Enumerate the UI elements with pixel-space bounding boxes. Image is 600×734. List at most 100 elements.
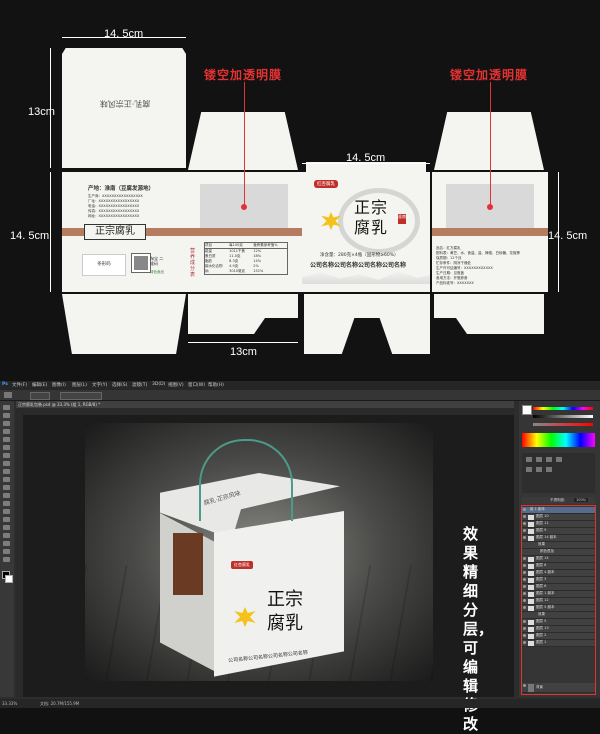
levels-adjust-icon[interactable] (536, 457, 542, 462)
visibility-eye-icon[interactable] (523, 592, 526, 595)
layer-row[interactable]: 图层 9 (522, 528, 595, 535)
layer-row[interactable]: 图层 5 副本 (522, 605, 595, 612)
balance-adjust-icon[interactable] (536, 467, 542, 472)
layer-row[interactable]: 图层 14 副本 (522, 535, 595, 542)
transform-controls-checkbox[interactable] (60, 392, 102, 400)
product-title-2: 腐乳 (354, 218, 389, 237)
qr-code (131, 253, 151, 273)
menu-edit[interactable]: 编辑(E) (32, 382, 47, 388)
layer-row[interactable]: 图层 1 副本 (522, 591, 595, 598)
move-tool-icon[interactable] (4, 392, 12, 398)
layer-row[interactable]: 图层 5 (522, 619, 595, 626)
menu-type[interactable]: 文字(Y) (92, 382, 107, 388)
layer-row[interactable]: 图层 2 (522, 633, 595, 640)
layer-row[interactable]: 图层 10 (522, 514, 595, 521)
layer-effect-row[interactable]: 效果 (522, 542, 595, 549)
gradient-tool-icon[interactable] (3, 493, 10, 498)
brightness-slider[interactable] (533, 415, 593, 418)
upper-flap-2 (188, 112, 298, 170)
menu-view[interactable]: 视图(V) (168, 382, 184, 388)
visibility-eye-icon[interactable] (523, 585, 526, 588)
layer-row[interactable]: 图层 13 (522, 626, 595, 633)
menu-filter[interactable]: 滤镜(T) (132, 382, 147, 388)
hue-slider[interactable] (533, 407, 593, 410)
document-tab[interactable]: 正宗腐乳包装.psd @ 33.3% (组 1, RGB/8) * (18, 401, 100, 408)
layer-group[interactable]: 组 1 副本 (522, 507, 595, 514)
background-layer-row[interactable]: 背景 (522, 683, 595, 693)
curves-adjust-icon[interactable] (546, 457, 552, 462)
menu-help[interactable]: 帮助(H) (208, 382, 224, 388)
visibility-eye-icon[interactable] (523, 578, 526, 581)
crop-tool-icon[interactable] (3, 437, 10, 442)
options-bar (0, 390, 600, 401)
dim-top-width: 14. 5cm (104, 28, 144, 40)
brush-tool-icon[interactable] (3, 461, 10, 466)
menu-select[interactable]: 选择(S) (112, 382, 127, 388)
dodge-tool-icon[interactable] (3, 509, 10, 514)
menu-layer[interactable]: 图层(L) (72, 382, 87, 388)
eraser-tool-icon[interactable] (3, 485, 10, 490)
visibility-eye-icon[interactable] (523, 508, 526, 511)
zoom-tool-icon[interactable] (3, 557, 10, 562)
color-swatch-white[interactable] (522, 405, 532, 415)
saturation-slider[interactable] (533, 423, 593, 426)
box-title-1: 正宗 (267, 589, 303, 610)
menu-image[interactable]: 图像(I) (52, 382, 66, 388)
layer-row[interactable]: 图层 11 (522, 521, 595, 528)
visibility-eye-icon[interactable] (523, 536, 526, 539)
layer-effect-row[interactable]: 颜色叠加 (522, 549, 595, 556)
layer-row[interactable]: 图层 14 (522, 556, 595, 563)
visibility-eye-icon[interactable] (523, 522, 526, 525)
blur-tool-icon[interactable] (3, 501, 10, 506)
layer-row[interactable]: 图层 3 (522, 577, 595, 584)
type-tool-icon[interactable] (3, 525, 10, 530)
visibility-eye-icon[interactable] (523, 571, 526, 574)
origin-label: 产地：淮南（豆腐发源地） (88, 186, 155, 192)
bw-adjust-icon[interactable] (546, 467, 552, 472)
visibility-eye-icon[interactable] (523, 515, 526, 518)
pen-tool-icon[interactable] (3, 517, 10, 522)
stamp-tool-icon[interactable] (3, 469, 10, 474)
menu-window[interactable]: 窗口(W) (188, 382, 205, 388)
visibility-eye-icon[interactable] (523, 620, 526, 623)
layer-row[interactable]: 图层 8 (522, 563, 595, 570)
menu-3d[interactable]: 3D(D) (152, 382, 165, 387)
exposure-adjust-icon[interactable] (556, 457, 562, 462)
quick-select-tool-icon[interactable] (3, 429, 10, 434)
canvas-area[interactable]: 红杏腐乳 正宗 腐乳 公司名称公司名称公司名称公司名称 腐乳·正宗风味 效果精细… (23, 415, 514, 733)
hand-tool-icon[interactable] (3, 549, 10, 554)
brightness-adjust-icon[interactable] (526, 457, 532, 462)
visibility-eye-icon[interactable] (523, 529, 526, 532)
layer-row[interactable]: 图层 4 副本 (522, 570, 595, 577)
lasso-tool-icon[interactable] (3, 421, 10, 426)
visibility-eye-icon[interactable] (523, 634, 526, 637)
path-select-tool-icon[interactable] (3, 533, 10, 538)
zoom-level[interactable]: 33.33% (2, 701, 17, 706)
dim-line (50, 172, 51, 292)
marquee-tool-icon[interactable] (3, 413, 10, 418)
color-spectrum[interactable] (522, 433, 595, 447)
healing-tool-icon[interactable] (3, 453, 10, 458)
layer-row[interactable]: 图层 12 (522, 598, 595, 605)
background-color-swatch[interactable] (5, 575, 13, 583)
visibility-eye-icon[interactable] (523, 684, 526, 687)
layer-row[interactable]: 图层 6 (522, 584, 595, 591)
shape-tool-icon[interactable] (3, 541, 10, 546)
visibility-eye-icon[interactable] (523, 557, 526, 560)
layer-effect-row[interactable]: 效果 (522, 612, 595, 619)
hue-adjust-icon[interactable] (526, 467, 532, 472)
company-name: 公司名称公司名称公司名称公司名称 (310, 262, 407, 269)
eyedropper-tool-icon[interactable] (3, 445, 10, 450)
opacity-input[interactable]: 100% (574, 498, 589, 502)
visibility-eye-icon[interactable] (523, 564, 526, 567)
layer-row[interactable]: 图层 1 (522, 640, 595, 647)
move-tool-icon[interactable] (3, 405, 10, 410)
visibility-eye-icon[interactable] (523, 599, 526, 602)
visibility-eye-icon[interactable] (523, 606, 526, 609)
menu-file[interactable]: 文件(F) (12, 382, 27, 388)
nutrition-title: 营养成分表 (190, 248, 196, 278)
auto-select-dropdown[interactable] (30, 392, 50, 400)
visibility-eye-icon[interactable] (523, 641, 526, 644)
history-brush-icon[interactable] (3, 477, 10, 482)
visibility-eye-icon[interactable] (523, 627, 526, 630)
